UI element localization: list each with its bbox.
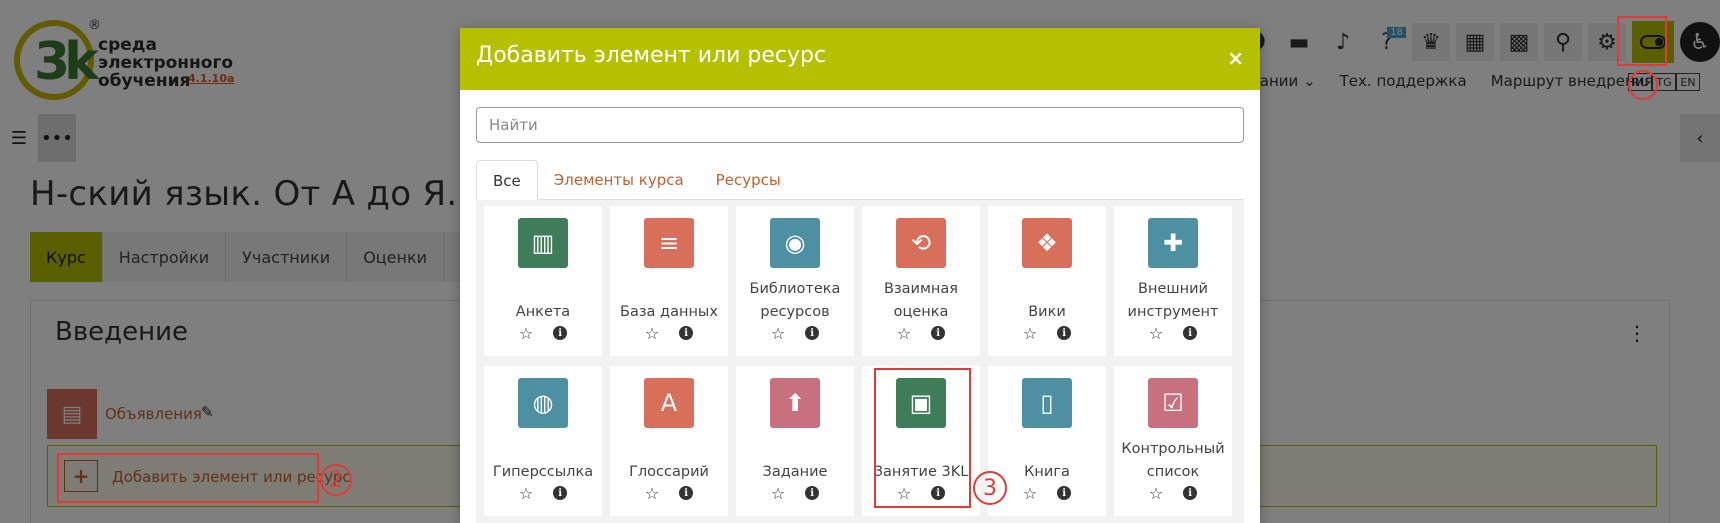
info-icon[interactable]: i xyxy=(679,486,694,500)
activity-card-actions: ☆ i xyxy=(610,484,728,503)
info-icon[interactable]: i xyxy=(553,486,568,500)
book-icon: ▯ xyxy=(1022,378,1072,428)
info-icon[interactable]: i xyxy=(1183,486,1198,500)
peer-review-icon: ⟲ xyxy=(896,218,946,268)
activity-card-actions: ☆ i xyxy=(484,324,602,343)
activity-card-label: Вики xyxy=(1028,304,1066,320)
activity-card-actions: ☆ i xyxy=(988,324,1106,343)
activity-card-label: Библиотека ресурсов xyxy=(749,281,841,320)
modal-title: Добавить элемент или ресурс xyxy=(476,43,827,68)
activity-card[interactable]: A Глоссарий ☆ i xyxy=(610,366,728,516)
activity-card-actions: ☆ i xyxy=(484,484,602,503)
info-icon[interactable]: i xyxy=(1057,486,1072,500)
annotation-circle-lang xyxy=(1628,70,1658,100)
activity-card-actions: ☆ i xyxy=(736,324,854,343)
glossary-icon: A xyxy=(644,378,694,428)
info-icon[interactable]: i xyxy=(931,326,946,340)
activity-card-label: База данных xyxy=(620,304,718,320)
activity-card-label: Глоссарий xyxy=(629,464,709,480)
activity-card[interactable]: ✚ Внешний инструмент ☆ i xyxy=(1114,206,1232,356)
checklist-icon: ☑ xyxy=(1148,378,1198,428)
activity-card-label: Книга xyxy=(1024,464,1070,480)
annotation-number-3: 3 xyxy=(973,471,1007,505)
annotation-number-2: 2 xyxy=(320,464,352,496)
star-icon[interactable]: ☆ xyxy=(645,324,659,343)
modal-tabs: Все Элементы курса Ресурсы xyxy=(476,160,1244,201)
activity-card-label: Гиперссылка xyxy=(492,464,594,480)
close-icon[interactable]: × xyxy=(1227,46,1244,70)
star-icon[interactable]: ☆ xyxy=(1023,324,1037,343)
library-icon: ◉ xyxy=(770,218,820,268)
info-icon[interactable]: i xyxy=(553,326,568,340)
tab-activities[interactable]: Элементы курса xyxy=(538,160,700,200)
activity-card-actions: ☆ i xyxy=(1114,484,1232,503)
activity-card-actions: ☆ i xyxy=(1114,324,1232,343)
star-icon[interactable]: ☆ xyxy=(519,484,533,503)
activity-card[interactable]: ⟲ Взаимная оценка ☆ i xyxy=(862,206,980,356)
annotation-box-lesson xyxy=(874,368,971,508)
star-icon[interactable]: ☆ xyxy=(1149,484,1163,503)
annotation-box-add xyxy=(57,453,319,503)
info-icon[interactable]: i xyxy=(1183,326,1198,340)
activity-card-label: Задание xyxy=(762,464,828,480)
modal-header: Добавить элемент или ресурс × xyxy=(460,28,1260,90)
tab-all[interactable]: Все xyxy=(476,160,538,201)
star-icon[interactable]: ☆ xyxy=(645,484,659,503)
activity-card[interactable]: ▥ Анкета ☆ i xyxy=(484,206,602,356)
activity-card[interactable]: ≡ База данных ☆ i xyxy=(610,206,728,356)
tab-resources[interactable]: Ресурсы xyxy=(700,160,797,200)
activity-card[interactable]: ◍ Гиперссылка ☆ i xyxy=(484,366,602,516)
activity-card[interactable]: ❖ Вики ☆ i xyxy=(988,206,1106,356)
info-icon[interactable]: i xyxy=(805,486,820,500)
info-icon[interactable]: i xyxy=(1057,326,1072,340)
star-icon[interactable]: ☆ xyxy=(771,484,785,503)
activity-card-label: Внешний инструмент xyxy=(1127,281,1219,320)
activity-card[interactable]: ⬆ Задание ☆ i xyxy=(736,366,854,516)
activity-card-actions: ☆ i xyxy=(862,324,980,343)
activity-chooser-grid: ▥ Анкета ☆ i ≡ База данных ☆ i ◉ Библиотека ресур… xyxy=(476,200,1244,523)
annotation-box-toggle xyxy=(1617,16,1667,66)
activity-card-label: Взаимная оценка xyxy=(884,281,958,320)
activity-card-label: Контрольный список xyxy=(1121,441,1225,480)
wiki-icon: ❖ xyxy=(1022,218,1072,268)
activity-card-label: Анкета xyxy=(515,304,571,320)
star-icon[interactable]: ☆ xyxy=(519,324,533,343)
activity-card[interactable]: ☑ Контрольный список ☆ i xyxy=(1114,366,1232,516)
star-icon[interactable]: ☆ xyxy=(1023,484,1037,503)
activity-card-actions: ☆ i xyxy=(736,484,854,503)
activity-card-actions: ☆ i xyxy=(610,324,728,343)
star-icon[interactable]: ☆ xyxy=(897,324,911,343)
search-input[interactable] xyxy=(476,107,1244,143)
assignment-icon: ⬆ xyxy=(770,378,820,428)
info-icon[interactable]: i xyxy=(805,326,820,340)
puzzle-icon: ✚ xyxy=(1148,218,1198,268)
activity-card[interactable]: ◉ Библиотека ресурсов ☆ i xyxy=(736,206,854,356)
add-activity-modal: Добавить элемент или ресурс × Все Элемен… xyxy=(460,28,1260,523)
star-icon[interactable]: ☆ xyxy=(1149,324,1163,343)
star-icon[interactable]: ☆ xyxy=(771,324,785,343)
chart-icon: ▥ xyxy=(518,218,568,268)
info-icon[interactable]: i xyxy=(679,326,694,340)
database-icon: ≡ xyxy=(644,218,694,268)
globe-icon: ◍ xyxy=(518,378,568,428)
